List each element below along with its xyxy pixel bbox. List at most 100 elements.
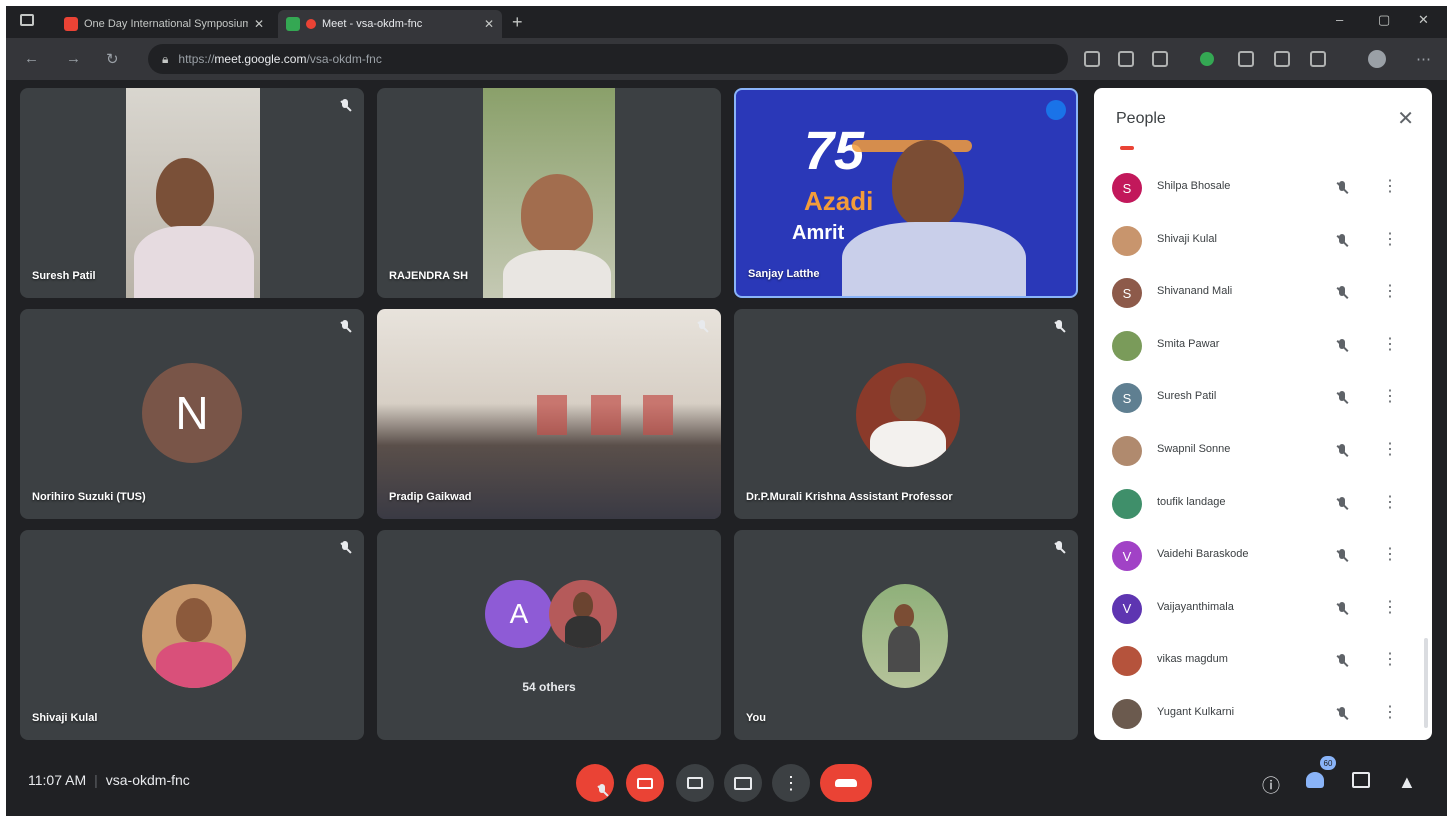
more-options-icon[interactable]: ⋮ <box>1382 544 1398 564</box>
participant-name: Smita Pawar <box>1157 337 1220 350</box>
minimize-button[interactable]: – <box>1336 12 1343 27</box>
participant-name: vikas magdum <box>1157 653 1228 666</box>
mic-off-icon <box>1334 496 1350 512</box>
present-button[interactable] <box>724 764 762 802</box>
more-options-icon[interactable]: ⋮ <box>1382 492 1398 512</box>
close-window-button[interactable]: ✕ <box>1418 12 1429 28</box>
participant-list: S Shilpa Bhosale ⋮ Shivaji Kulal ⋮ S Shivana… <box>1094 162 1424 740</box>
mic-off-icon <box>1052 319 1066 335</box>
panel-scrollbar[interactable] <box>1424 638 1428 728</box>
participant-tile[interactable]: Dr.P.Murali Krishna Assistant Professor <box>734 309 1078 519</box>
participant-tile[interactable]: Shivaji Kulal <box>20 530 364 740</box>
hang-up-icon <box>835 779 857 787</box>
list-item[interactable]: Smita Pawar ⋮ <box>1094 320 1424 373</box>
more-options-icon[interactable]: ⋮ <box>1382 281 1398 301</box>
participant-name: Norihiro Suzuki (TUS) <box>32 491 146 503</box>
more-options-button[interactable]: ⋮ <box>772 764 810 802</box>
extensions-icon[interactable] <box>1238 51 1254 67</box>
google-favicon-icon <box>64 17 78 31</box>
collections-icon[interactable] <box>1310 51 1326 67</box>
list-item[interactable]: S Suresh Patil ⋮ <box>1094 372 1424 425</box>
participant-video-classroom <box>377 309 721 519</box>
new-tab-button[interactable]: + <box>512 12 523 33</box>
people-icon <box>1306 772 1324 788</box>
close-tab-icon[interactable]: ✕ <box>254 17 264 31</box>
profile-avatar[interactable] <box>1368 50 1386 68</box>
close-tab-icon[interactable]: ✕ <box>484 17 494 31</box>
meet-window: One Day International Symposium ✕ Meet -… <box>6 6 1447 816</box>
chat-button[interactable] <box>1352 772 1370 788</box>
captions-button[interactable] <box>676 764 714 802</box>
more-options-icon[interactable]: ⋮ <box>1382 439 1398 459</box>
read-aloud-icon[interactable] <box>1118 51 1134 67</box>
participant-name: Vaijayanthimala <box>1157 600 1234 613</box>
url-text: https://meet.google.com/vsa-okdm-fnc <box>178 52 382 66</box>
more-options-icon[interactable]: ⋮ <box>1382 649 1398 669</box>
microphone-toggle-button[interactable] <box>576 764 614 802</box>
people-button[interactable] <box>1306 772 1324 788</box>
more-options-icon[interactable]: ⋮ <box>1382 386 1398 406</box>
forward-icon[interactable]: → <box>66 50 81 67</box>
participant-tile[interactable]: Suresh Patil <box>20 88 364 298</box>
close-panel-button[interactable]: ✕ <box>1397 106 1414 131</box>
participant-avatar <box>1112 225 1142 256</box>
mic-off-icon <box>1334 706 1350 722</box>
recording-dot-icon <box>306 19 316 29</box>
activities-button[interactable]: ▲ <box>1398 772 1416 793</box>
more-options-icon[interactable]: ⋮ <box>1382 229 1398 249</box>
back-icon[interactable]: ← <box>24 50 39 67</box>
mic-off-icon <box>1334 285 1350 301</box>
participant-name: Vaidehi Baraskode <box>1157 548 1249 561</box>
participant-count-badge: 60 <box>1320 756 1336 770</box>
list-item[interactable]: Shivaji Kulal ⋮ <box>1094 215 1424 268</box>
list-item[interactable]: Swapnil Sonne ⋮ <box>1094 425 1424 478</box>
participant-tile-active-speaker[interactable]: 75 Azadi Amrit Sanjay Latthe <box>734 88 1078 298</box>
more-menu-icon[interactable]: ⋯ <box>1416 50 1431 68</box>
camera-toggle-button[interactable] <box>626 764 664 802</box>
participant-avatar <box>142 584 246 688</box>
bookmark-star-icon[interactable] <box>1152 51 1168 67</box>
mic-off-icon <box>695 319 709 335</box>
tab-meet[interactable]: Meet - vsa-okdm-fnc ✕ <box>278 10 502 38</box>
list-item[interactable]: V Vaijayanthimala ⋮ <box>1094 583 1424 636</box>
list-item[interactable]: Yugant Kulkarni ⋮ <box>1094 688 1424 740</box>
more-options-icon[interactable]: ⋮ <box>1382 702 1398 722</box>
speaking-indicator-icon <box>1046 100 1066 120</box>
leave-call-button[interactable] <box>820 764 872 802</box>
meeting-details-button[interactable]: ⓘ <box>1262 772 1280 798</box>
meet-favicon-icon <box>286 17 300 31</box>
chat-icon <box>1352 772 1370 788</box>
participant-tile[interactable]: N Norihiro Suzuki (TUS) <box>20 309 364 519</box>
participant-tile[interactable]: Pradip Gaikwad <box>377 309 721 519</box>
others-tile[interactable]: A 54 others <box>377 530 721 740</box>
extension-icon[interactable] <box>1200 52 1214 66</box>
mic-off-icon <box>338 319 352 335</box>
list-item[interactable]: S Shivanand Mali ⋮ <box>1094 267 1424 320</box>
more-options-icon[interactable]: ⋮ <box>1382 597 1398 617</box>
url-field[interactable]: 🔒︎ https://meet.google.com/vsa-okdm-fnc <box>148 44 1068 74</box>
participant-name: Shivaji Kulal <box>32 712 98 724</box>
list-item[interactable]: V Vaidehi Baraskode ⋮ <box>1094 530 1424 583</box>
list-item[interactable]: S Shilpa Bhosale ⋮ <box>1094 162 1424 215</box>
people-panel: People ✕ S Shilpa Bhosale ⋮ Shivaji Kulal ⋮… <box>1094 88 1432 740</box>
favorites-icon[interactable] <box>1274 51 1290 67</box>
more-options-icon[interactable]: ⋮ <box>1382 334 1398 354</box>
participant-avatar: S <box>1112 173 1142 203</box>
address-bar-row: ← → ↻ 🔒︎ https://meet.google.com/vsa-okd… <box>6 38 1447 80</box>
tab-actions-icon[interactable] <box>20 14 34 26</box>
tab-symposium[interactable]: One Day International Symposium ✕ <box>56 10 272 38</box>
participant-avatar: N <box>142 363 242 463</box>
participant-avatar <box>862 584 948 688</box>
participant-avatar <box>1112 646 1142 677</box>
mic-off-icon <box>338 98 352 114</box>
maximize-button[interactable]: ▢ <box>1378 12 1390 28</box>
camera-indicator-icon[interactable] <box>1084 51 1100 67</box>
reload-icon[interactable]: ↻ <box>106 50 119 68</box>
self-tile[interactable]: You <box>734 530 1078 740</box>
participant-avatar <box>1112 435 1142 466</box>
list-item[interactable]: vikas magdum ⋮ <box>1094 635 1424 688</box>
list-item[interactable]: toufik landage ⋮ <box>1094 478 1424 531</box>
more-options-icon[interactable]: ⋮ <box>1382 176 1398 196</box>
participant-tile[interactable]: RAJENDRA SH <box>377 88 721 298</box>
mic-off-icon <box>1052 540 1066 556</box>
